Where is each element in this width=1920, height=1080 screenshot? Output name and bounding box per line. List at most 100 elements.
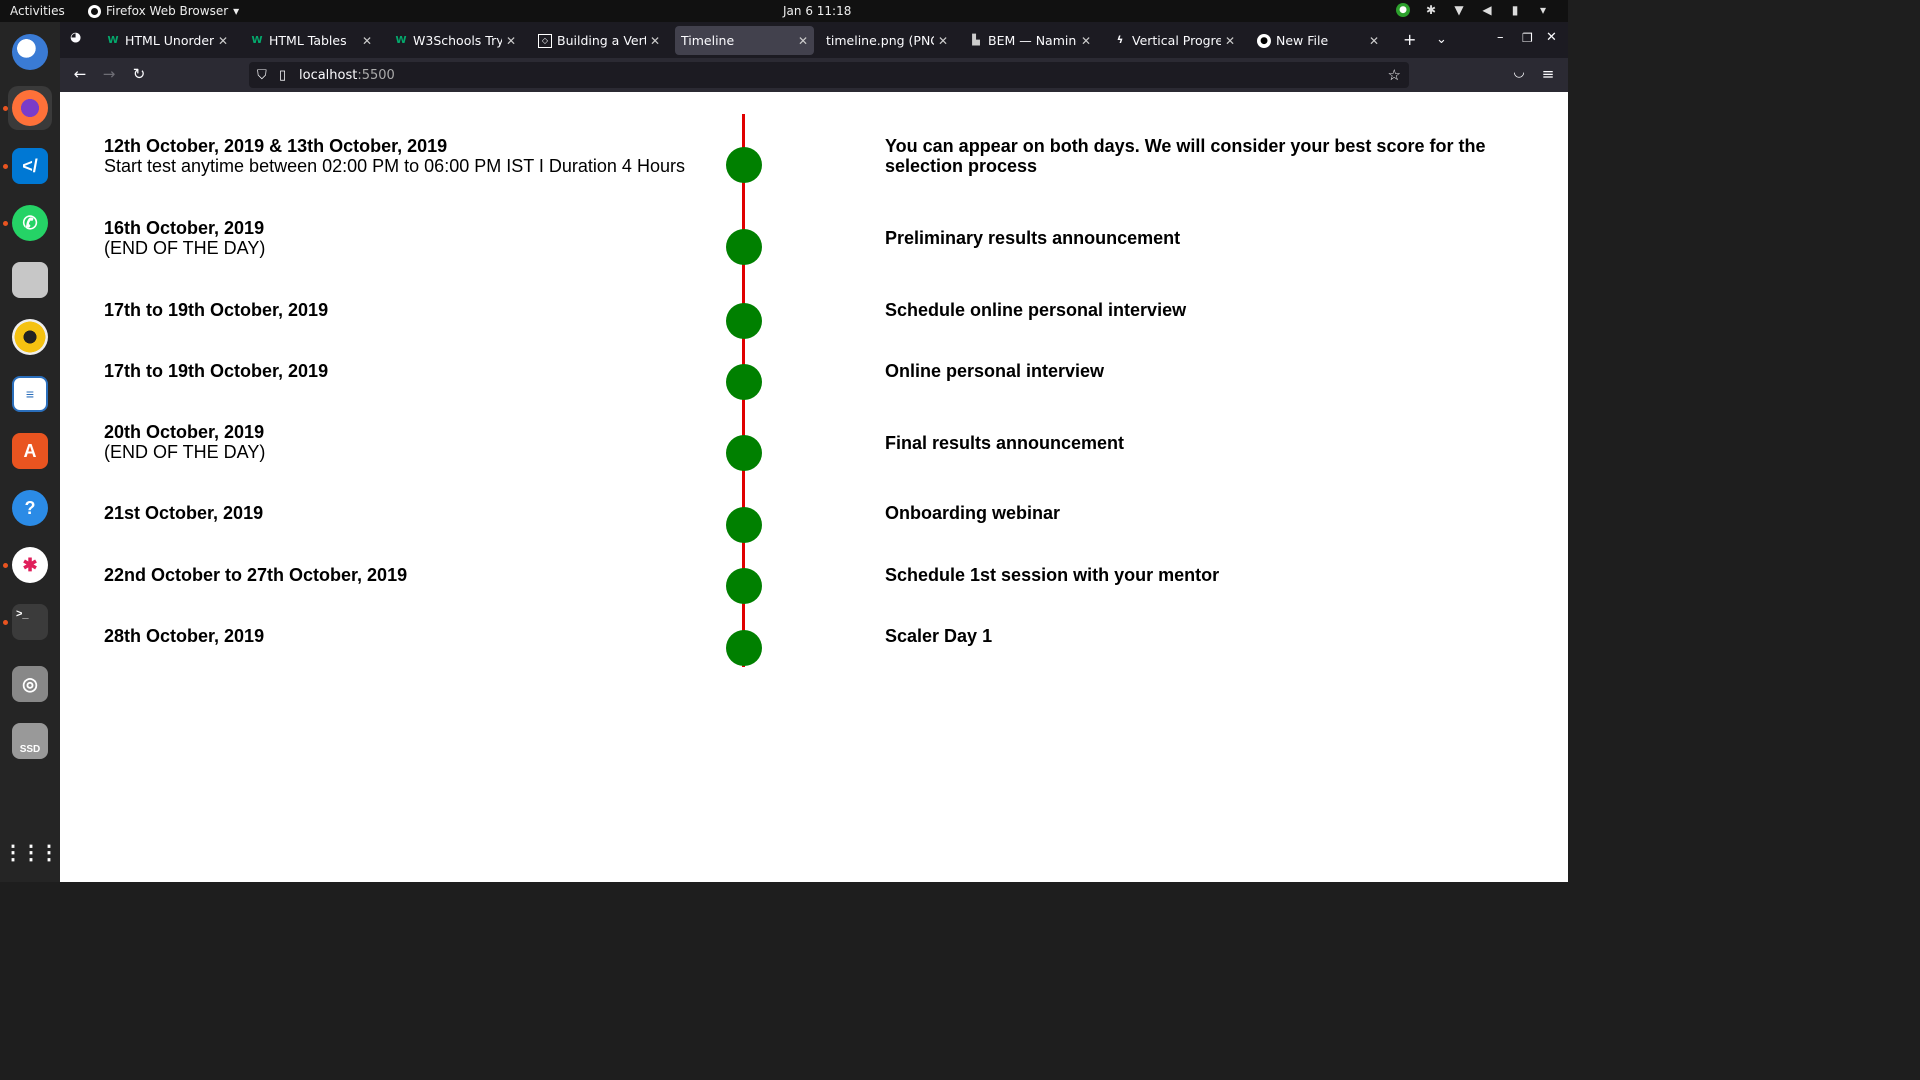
system-tray[interactable]: ● ✱ ▼ ◀ ▮ ▾ — [1396, 3, 1550, 17]
volume-icon[interactable]: ◀ — [1480, 3, 1494, 17]
timeline-date-title: 12th October, 2019 & 13th October, 2019 — [104, 136, 448, 156]
bem-icon: ▙ — [972, 35, 980, 46]
close-tab-icon[interactable]: ✕ — [650, 34, 660, 48]
timeline-description: You can appear on both days. We will con… — [885, 136, 1486, 176]
forward-button[interactable]: → — [98, 65, 120, 85]
dock-firefox[interactable] — [8, 86, 52, 130]
close-tab-icon[interactable]: ✕ — [362, 34, 372, 48]
timeline-description: Online personal interview — [885, 361, 1105, 381]
activities-button[interactable]: Activities — [10, 4, 65, 18]
timeline-date: 12th October, 2019 & 13th October, 2019 S… — [104, 136, 685, 176]
dock: </ ✆ ≡ A ? ✱ >_ ◎ SSD ⋮⋮⋮ — [0, 22, 60, 882]
close-tab-icon[interactable]: ✕ — [506, 34, 516, 48]
tab-w3schools-tryit[interactable]: W W3Schools Tryit E ✕ — [388, 26, 522, 55]
clock[interactable]: Jan 6 11:18 — [783, 4, 851, 18]
new-tab-button[interactable]: + — [1403, 30, 1416, 49]
show-apps-button[interactable]: ⋮⋮⋮ — [3, 830, 59, 874]
dock-help[interactable]: ? — [8, 486, 52, 530]
w3schools-icon: W — [251, 35, 263, 46]
close-tab-icon[interactable]: ✕ — [798, 34, 808, 48]
tab-new-file[interactable]: ● New File ✕ — [1251, 26, 1385, 55]
timeline-date: 16th October, 2019 (END OF THE DAY) — [104, 218, 265, 258]
timeline-dot — [726, 435, 762, 471]
timeline-dot — [726, 364, 762, 400]
dock-ssd[interactable]: SSD — [8, 719, 52, 763]
timeline-description: Scaler Day 1 — [885, 626, 993, 646]
battery-icon[interactable]: ▮ — [1508, 3, 1522, 17]
firefox-icon — [88, 4, 101, 18]
terminal-icon: >_ — [12, 604, 48, 640]
whatsapp-icon: ✆ — [12, 205, 48, 241]
tab-html-unordered[interactable]: W HTML Unordered ✕ — [100, 26, 234, 55]
navigation-toolbar: ← → ↻ ⛉ ▯ localhost:5500 ☆ ◡ ≡ — [60, 58, 1568, 92]
timeline-date-subtitle: Start test anytime between 02:00 PM to 0… — [104, 156, 685, 176]
close-tab-icon[interactable]: ✕ — [1081, 34, 1091, 48]
tab-timeline-png[interactable]: timeline.png (PNG Im ✕ — [820, 26, 954, 55]
system-top-bar: Activities Firefox Web Browser ▾ Jan 6 1… — [0, 0, 1568, 22]
app-grid-icon: ⋮⋮⋮ — [3, 841, 59, 864]
bolt-icon: ϟ — [1116, 35, 1124, 46]
github-icon: ● — [1257, 33, 1271, 48]
dock-disc[interactable]: ◎ — [8, 662, 52, 706]
tracking-protection-shield-icon[interactable]: ⛉ — [257, 67, 267, 83]
chat-status-icon[interactable]: ● — [1396, 3, 1410, 17]
dock-rhythmbox[interactable] — [8, 315, 52, 359]
tab-html-tables[interactable]: W HTML Tables ✕ — [244, 26, 378, 55]
timeline-date-title: 28th October, 2019 — [104, 626, 265, 646]
caret-down-icon: ▾ — [233, 4, 240, 18]
timeline-date: 28th October, 2019 — [104, 626, 264, 646]
restore-button[interactable]: ❐ — [1522, 31, 1533, 45]
slack-icon: ✱ — [12, 547, 48, 583]
page-content: 12th October, 2019 & 13th October, 2019 S… — [60, 92, 1568, 882]
rhythmbox-icon — [12, 319, 48, 355]
slack-tray-icon[interactable]: ✱ — [1424, 3, 1438, 17]
timeline-description: Onboarding webinar — [885, 503, 1061, 523]
bookmark-star-icon[interactable]: ☆ — [1388, 66, 1401, 84]
power-menu-icon[interactable]: ▾ — [1536, 3, 1550, 17]
dock-vscode[interactable]: </ — [8, 144, 52, 188]
back-button[interactable]: ← — [69, 65, 91, 85]
close-tab-icon[interactable]: ✕ — [1369, 34, 1379, 48]
timeline-date-title: 17th to 19th October, 2019 — [104, 300, 329, 320]
list-all-tabs-button[interactable]: ⌄ — [1436, 32, 1447, 47]
dock-software[interactable]: A — [8, 429, 52, 473]
app-menu[interactable]: Firefox Web Browser ▾ — [88, 4, 239, 18]
reload-button[interactable]: ↻ — [128, 65, 150, 85]
close-tab-icon[interactable]: ✕ — [938, 34, 948, 48]
dock-terminal[interactable]: >_ — [8, 600, 52, 644]
minimize-button[interactable]: – — [1497, 30, 1504, 45]
page-info-icon[interactable]: ▯ — [279, 67, 286, 83]
close-tab-icon[interactable]: ✕ — [218, 34, 228, 48]
timeline-date-subtitle: (END OF THE DAY) — [104, 238, 266, 258]
dock-slack[interactable]: ✱ — [8, 543, 52, 587]
firefox-view-icon[interactable]: ◕ — [70, 30, 81, 45]
dock-files[interactable] — [8, 258, 52, 302]
timeline-date-subtitle: (END OF THE DAY) — [104, 442, 266, 462]
app-menu-button[interactable]: ≡ — [1537, 65, 1559, 85]
wifi-icon[interactable]: ▼ — [1452, 3, 1466, 17]
close-tab-icon[interactable]: ✕ — [1225, 34, 1235, 48]
close-window-button[interactable]: ✕ — [1546, 30, 1557, 45]
url-bar[interactable]: ⛉ ▯ localhost:5500 ☆ — [249, 62, 1409, 88]
w3schools-icon: W — [107, 35, 119, 46]
tab-vertical-progress[interactable]: ϟ Vertical Progress ✕ — [1107, 26, 1241, 55]
thunderbird-icon — [12, 34, 48, 70]
dock-writer[interactable]: ≡ — [8, 372, 52, 416]
tab-timeline[interactable]: Timeline ✕ — [675, 26, 814, 55]
help-icon: ? — [12, 490, 48, 526]
tab-building-vertical[interactable]: ◇ Building a Vertica ✕ — [532, 26, 666, 55]
dock-thunderbird[interactable] — [8, 30, 52, 74]
pocket-icon[interactable]: ◡ — [1508, 65, 1530, 85]
timeline-dot — [726, 147, 762, 183]
timeline-date-title: 16th October, 2019 — [104, 218, 265, 238]
tab-bem-naming[interactable]: ▙ BEM — Naming ✕ — [963, 26, 1097, 55]
url-text[interactable]: localhost:5500 — [299, 68, 395, 83]
app-menu-label: Firefox Web Browser — [106, 4, 229, 18]
timeline-description: Schedule 1st session with your mentor — [885, 565, 1220, 585]
firefox-icon — [12, 90, 48, 126]
timeline-date-title: 17th to 19th October, 2019 — [104, 361, 329, 381]
vscode-icon: </ — [12, 148, 48, 184]
timeline-date: 22nd October to 27th October, 2019 — [104, 565, 407, 585]
dock-whatsapp[interactable]: ✆ — [8, 201, 52, 245]
disc-icon: ◎ — [12, 666, 48, 702]
